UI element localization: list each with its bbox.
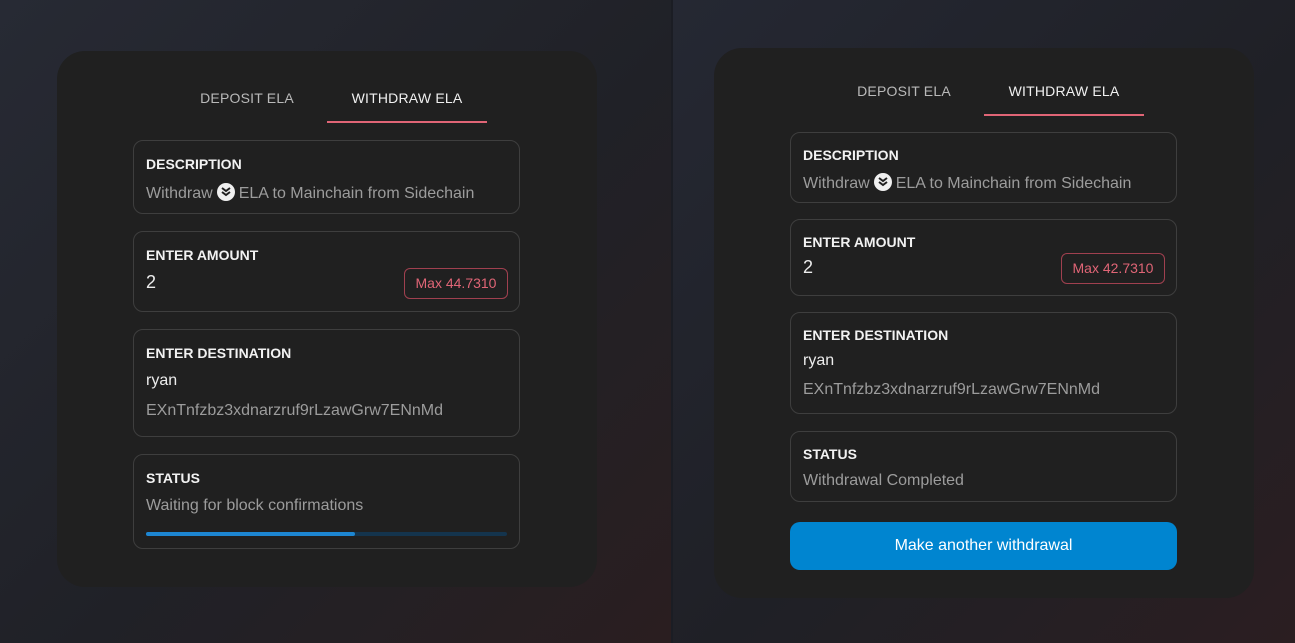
status-box: STATUS Waiting for block confirmations [133, 454, 520, 549]
progress-bar [146, 532, 507, 536]
ela-icon [873, 173, 892, 191]
description-text-before: Withdraw [146, 185, 213, 202]
status-box: STATUS Withdrawal Completed [790, 431, 1177, 502]
tab-bar: DEPOSIT ELA WITHDRAW ELA [824, 68, 1144, 116]
status-label: STATUS [146, 470, 200, 486]
status-text: Waiting for block confirmations [146, 497, 364, 514]
progress-fill [146, 532, 356, 536]
max-button[interactable]: Max 44.7310 [404, 268, 508, 299]
amount-input[interactable] [803, 257, 983, 278]
status-label: STATUS [803, 446, 857, 462]
destination-box: ENTER DESTINATION ryan EXnTnfzbz3xdnarzr… [133, 329, 520, 437]
amount-input[interactable] [146, 272, 326, 293]
description-text: Withdraw ELA to Mainchain from Sidechain [803, 173, 1131, 193]
destination-box: ENTER DESTINATION ryan EXnTnfzbz3xdnarzr… [790, 312, 1177, 414]
tab-deposit[interactable]: DEPOSIT ELA [167, 75, 327, 123]
description-label: DESCRIPTION [146, 156, 242, 172]
description-text-after: ELA to Mainchain from Sidechain [895, 175, 1132, 192]
description-text-before: Withdraw [803, 175, 870, 192]
amount-box: ENTER AMOUNT Max 42.7310 [790, 219, 1177, 296]
description-box: DESCRIPTION Withdraw ELA to Mainchain fro… [790, 132, 1177, 203]
destination-label: ENTER DESTINATION [803, 327, 949, 343]
destination-label: ENTER DESTINATION [146, 345, 292, 361]
tab-bar: DEPOSIT ELA WITHDRAW ELA [167, 75, 487, 123]
left-panel: DEPOSIT ELA WITHDRAW ELA DESCRIPTION Wit… [0, 0, 671, 643]
max-button[interactable]: Max 42.7310 [1061, 253, 1165, 284]
amount-label: ENTER AMOUNT [146, 247, 259, 263]
destination-name[interactable]: ryan [146, 372, 177, 390]
make-another-withdrawal-button[interactable]: Make another withdrawal [790, 522, 1177, 570]
tab-withdraw[interactable]: WITHDRAW ELA [327, 75, 487, 123]
description-text-after: ELA to Mainchain from Sidechain [238, 185, 475, 202]
status-text: Withdrawal Completed [803, 472, 964, 489]
description-label: DESCRIPTION [803, 147, 899, 163]
ela-icon [216, 183, 235, 201]
description-box: DESCRIPTION Withdraw ELA to Mainchain fro… [133, 140, 520, 214]
right-panel: DEPOSIT ELA WITHDRAW ELA DESCRIPTION Wit… [673, 0, 1295, 643]
amount-label: ENTER AMOUNT [803, 234, 916, 250]
destination-name[interactable]: ryan [803, 352, 834, 370]
withdraw-card: DEPOSIT ELA WITHDRAW ELA DESCRIPTION Wit… [57, 51, 597, 587]
tab-deposit[interactable]: DEPOSIT ELA [824, 68, 984, 116]
amount-box: ENTER AMOUNT Max 44.7310 [133, 231, 520, 312]
destination-address[interactable]: EXnTnfzbz3xdnarzruf9rLzawGrw7ENnMd [146, 402, 443, 420]
tab-withdraw[interactable]: WITHDRAW ELA [984, 68, 1144, 116]
withdraw-card-completed: DEPOSIT ELA WITHDRAW ELA DESCRIPTION Wit… [714, 48, 1254, 598]
description-text: Withdraw ELA to Mainchain from Sidechain [146, 183, 474, 203]
destination-address[interactable]: EXnTnfzbz3xdnarzruf9rLzawGrw7ENnMd [803, 381, 1100, 399]
